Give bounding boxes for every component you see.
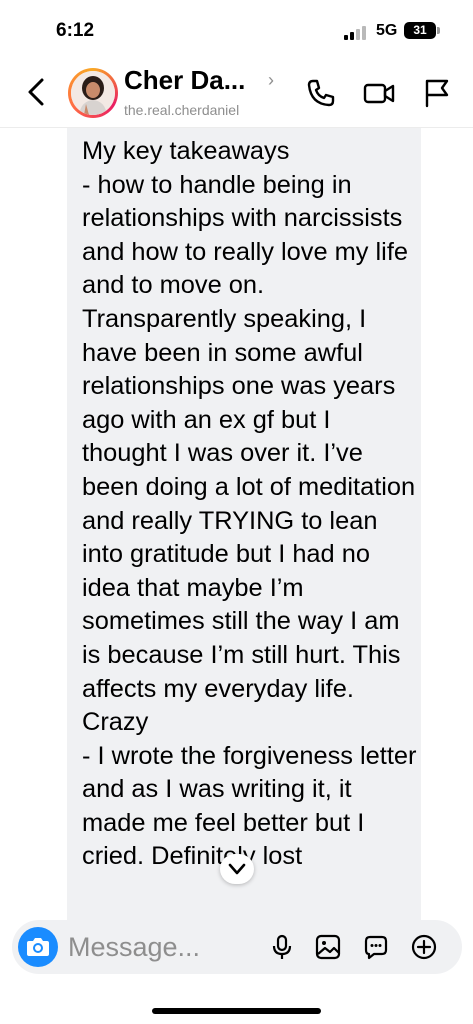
message-composer (12, 920, 462, 974)
add-button[interactable] (410, 933, 438, 961)
flag-icon (425, 79, 449, 108)
call-button[interactable] (304, 76, 338, 110)
conversation-header: Cher Da... › the.real.cherdaniel (0, 56, 473, 128)
avatar-photo (71, 71, 115, 115)
voice-message-button[interactable] (268, 933, 296, 961)
scroll-to-latest-button[interactable] (220, 854, 254, 884)
contact-username[interactable]: the.real.cherdaniel (124, 102, 239, 118)
battery-icon: 31 (404, 22, 436, 39)
message-text: My key takeaways - how to handle being i… (82, 137, 417, 871)
chevron-down-icon (228, 863, 246, 875)
status-time: 6:12 (56, 20, 95, 41)
battery-cap (437, 27, 440, 34)
contact-name[interactable]: Cher Da... (124, 65, 245, 96)
chevron-right-icon[interactable]: › (268, 70, 274, 91)
camera-button[interactable] (18, 927, 58, 967)
sticker-chat-icon (364, 935, 388, 960)
status-bar: 6:12 5G 31 (0, 0, 473, 56)
network-type: 5G (376, 22, 398, 39)
battery-level: 31 (413, 23, 427, 37)
video-call-button[interactable] (362, 76, 396, 110)
sticker-button[interactable] (362, 933, 390, 961)
signal-icon (344, 26, 370, 40)
message-input[interactable] (68, 930, 258, 964)
message-bubble[interactable]: My key takeaways - how to handle being i… (67, 128, 421, 928)
video-camera-icon (363, 83, 395, 104)
home-indicator[interactable] (152, 1008, 321, 1014)
image-icon (315, 934, 341, 960)
phone-icon (307, 79, 335, 107)
back-button[interactable] (22, 74, 52, 110)
microphone-icon (272, 934, 292, 959)
avatar[interactable] (68, 68, 118, 118)
gallery-button[interactable] (314, 933, 342, 961)
chevron-left-icon (28, 78, 44, 106)
plus-circle-icon (411, 934, 437, 960)
report-button[interactable] (420, 76, 454, 110)
camera-icon (27, 938, 49, 956)
